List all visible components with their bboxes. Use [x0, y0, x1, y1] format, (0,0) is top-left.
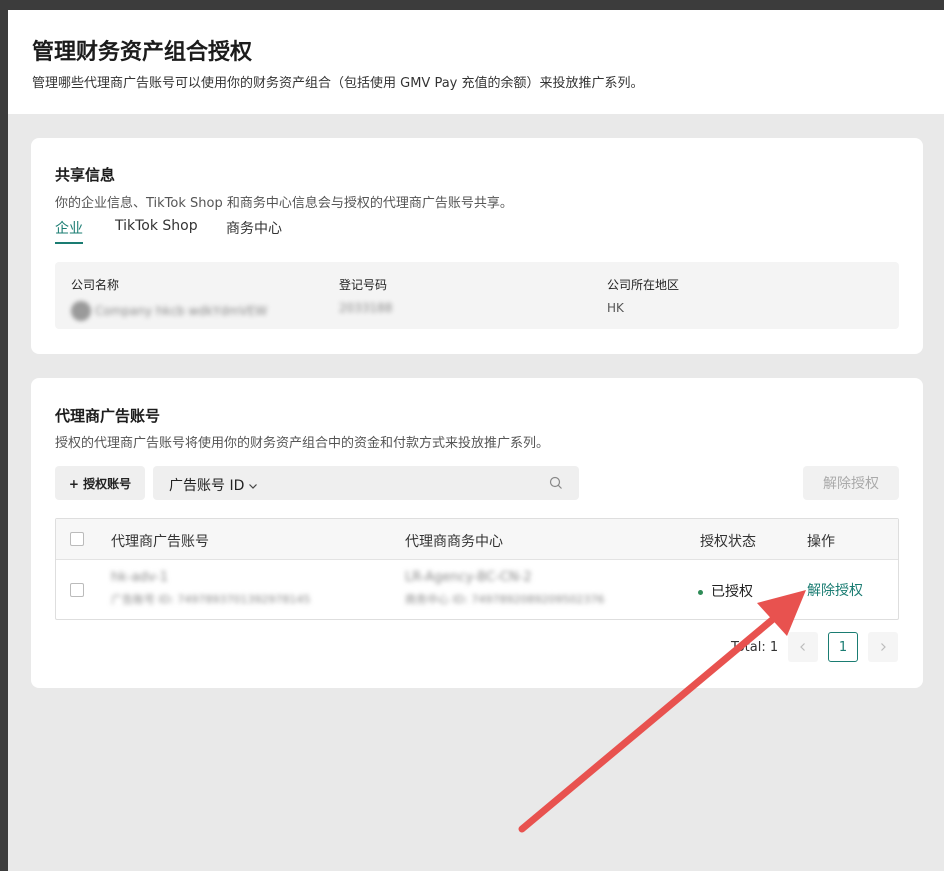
total-count: Total: 1 — [731, 640, 779, 655]
column-agency-business-center: 代理商商务中心 — [405, 534, 503, 550]
agency-title: 代理商广告账号 — [55, 407, 161, 425]
search-type-label: 广告账号 ID — [169, 478, 245, 494]
business-center-name: LR-Agency-BC-CN-2 — [405, 570, 532, 585]
prev-page-button[interactable] — [788, 632, 818, 662]
dialog-title: 管理财务资产组合授权 — [32, 40, 253, 65]
company-name-value: Company hkcb wdkYdmVEW — [95, 303, 268, 318]
status-badge: 已授权 — [698, 581, 753, 601]
revoke-authorization-button[interactable]: 解除授权 — [803, 466, 899, 500]
company-name-label: 公司名称 — [71, 278, 120, 292]
status-dot — [698, 589, 703, 595]
add-authorized-account-button[interactable]: + 授权账号 — [55, 466, 145, 500]
row-checkbox[interactable] — [70, 583, 84, 597]
tab-business-center[interactable]: 商务中心 — [226, 218, 282, 238]
agency-description: 授权的代理商广告账号将使用你的财务资产组合中的资金和付款方式来投放推广系列。 — [55, 436, 550, 451]
share-info-card: 共享信息 你的企业信息、TikTok Shop 和商务中心信息会与授权的代理商广… — [31, 138, 923, 354]
revoke-row-link[interactable]: 解除授权 — [807, 580, 863, 600]
status-label: 已授权 — [711, 584, 753, 600]
dialog-header: 管理财务资产组合授权 管理哪些代理商广告账号可以使用你的财务资产组合（包括使用 … — [8, 10, 944, 114]
chevron-right-icon — [881, 643, 886, 651]
chevron-left-icon — [800, 643, 805, 651]
column-actions: 操作 — [807, 534, 835, 550]
search-type-select[interactable]: 广告账号 ID — [169, 475, 258, 495]
business-center-id: 商务中心 ID: 7497892089209502376 — [405, 593, 605, 606]
company-name-row: Company hkcb wdkYdmVEW — [71, 301, 267, 321]
registration-number-field: 登记号码 2033188 — [339, 276, 392, 315]
agency-account-name: hk-adv-1 — [111, 570, 168, 585]
chevron-down-icon — [249, 484, 258, 489]
share-info-title: 共享信息 — [55, 166, 116, 184]
column-authorization-status: 授权状态 — [700, 534, 756, 550]
company-region-label: 公司所在地区 — [607, 278, 680, 292]
company-region-field: 公司所在地区 HK — [607, 276, 679, 315]
registration-number-value: 2033188 — [339, 301, 393, 315]
share-info-description: 你的企业信息、TikTok Shop 和商务中心信息会与授权的代理商广告账号共享… — [55, 196, 513, 211]
tab-tiktok-shop[interactable]: TikTok Shop — [115, 218, 198, 234]
column-agency-ad-account: 代理商广告账号 — [111, 534, 209, 550]
dialog-description: 管理哪些代理商广告账号可以使用你的财务资产组合（包括使用 GMV Pay 充值的… — [32, 76, 644, 91]
company-region-value: HK — [607, 301, 624, 315]
select-all-checkbox[interactable] — [70, 532, 84, 546]
table-header: 代理商广告账号 代理商商务中心 授权状态 操作 — [56, 519, 898, 560]
search-icon[interactable] — [549, 476, 563, 490]
page-1-button[interactable]: 1 — [828, 632, 858, 662]
company-avatar — [71, 301, 91, 321]
agency-account-id: 广告账号 ID: 7497893701392978145 — [111, 593, 311, 606]
company-info-box: 公司名称 Company hkcb wdkYdmVEW 登记号码 2033188… — [55, 262, 899, 329]
registration-number-label: 登记号码 — [339, 278, 388, 292]
search-bar[interactable]: 广告账号 ID — [153, 466, 579, 500]
company-name-field: 公司名称 Company hkcb wdkYdmVEW — [71, 276, 267, 321]
table-row: hk-adv-1 广告账号 ID: 7497893701392978145 LR… — [56, 560, 898, 619]
agency-accounts-table: 代理商广告账号 代理商商务中心 授权状态 操作 hk-adv-1 广告账号 ID… — [55, 518, 899, 620]
next-page-button[interactable] — [868, 632, 898, 662]
authorization-dialog: 管理财务资产组合授权 管理哪些代理商广告账号可以使用你的财务资产组合（包括使用 … — [8, 10, 944, 871]
agency-accounts-card: 代理商广告账号 授权的代理商广告账号将使用你的财务资产组合中的资金和付款方式来投… — [31, 378, 923, 688]
tab-enterprise[interactable]: 企业 — [55, 218, 83, 244]
